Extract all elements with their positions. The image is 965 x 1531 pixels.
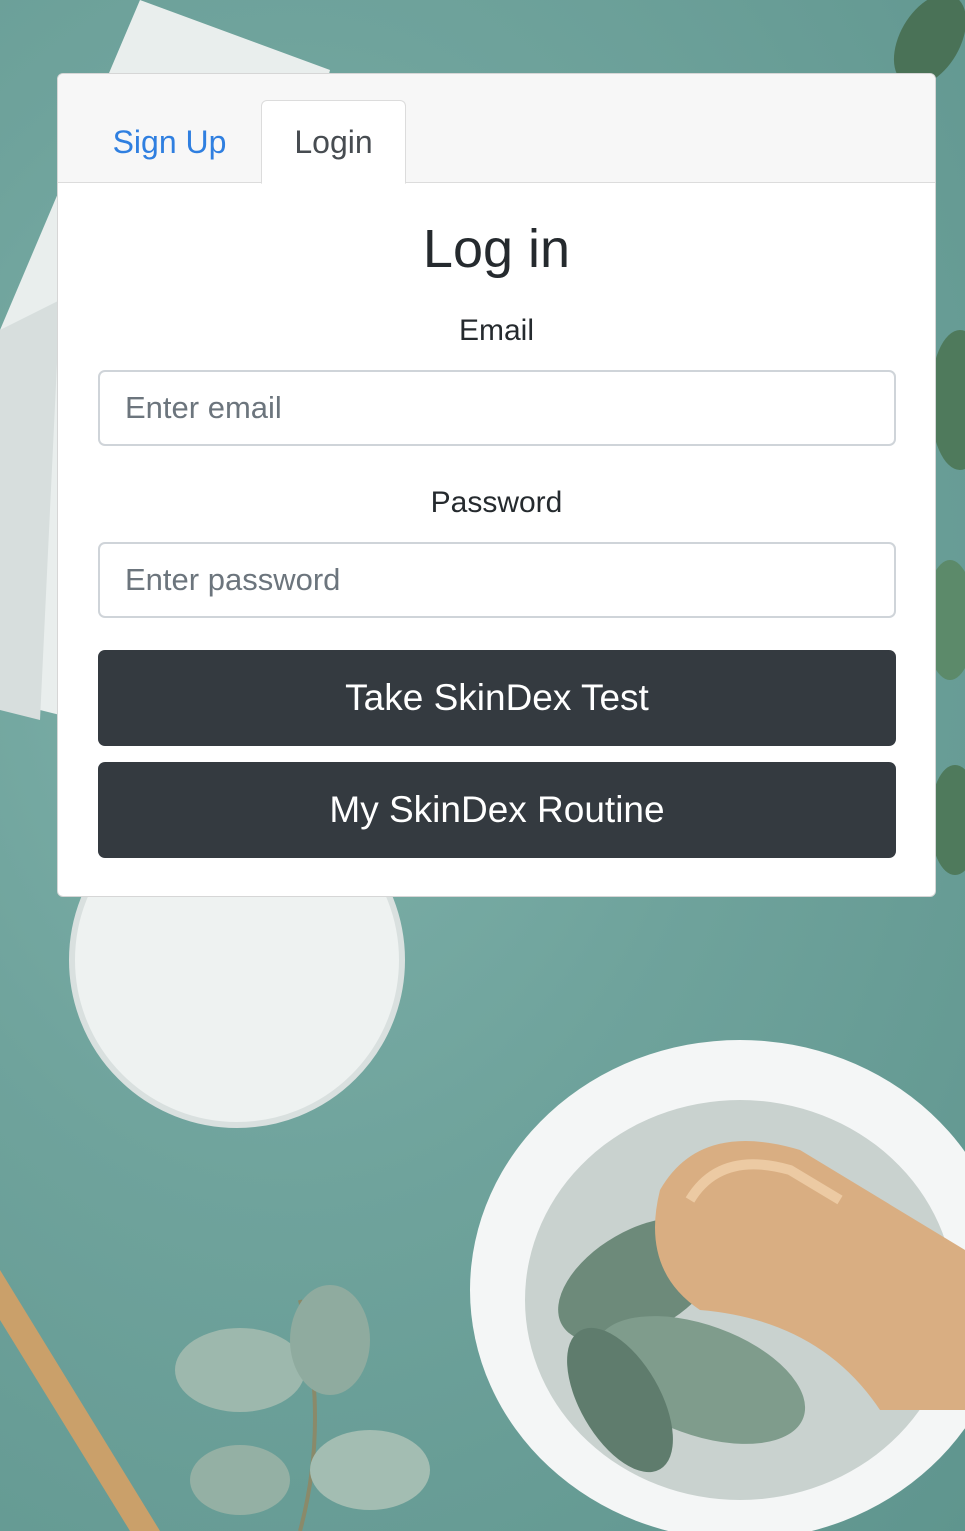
password-label: Password xyxy=(430,486,563,519)
tab-sign-up[interactable]: Sign Up xyxy=(82,100,257,184)
eucalyptus-leaf xyxy=(175,1328,305,1412)
email-field[interactable] xyxy=(98,370,896,446)
eucalyptus-leaf xyxy=(190,1445,290,1515)
eucalyptus-leaf xyxy=(310,1430,430,1510)
take-skindex-test-button[interactable]: Take SkinDex Test xyxy=(98,650,896,746)
page-title: Log in xyxy=(422,219,571,279)
wooden-stick xyxy=(0,1270,160,1531)
email-label: Email xyxy=(458,314,534,347)
password-field[interactable] xyxy=(98,542,896,618)
tab-login[interactable]: Login xyxy=(261,100,406,184)
my-skindex-routine-button[interactable]: My SkinDex Routine xyxy=(98,762,896,858)
login-card: Sign Up Login Log in Email Password Take… xyxy=(57,73,936,897)
eucalyptus-leaf xyxy=(290,1285,370,1395)
tab-bar: Sign Up Login xyxy=(58,74,935,184)
